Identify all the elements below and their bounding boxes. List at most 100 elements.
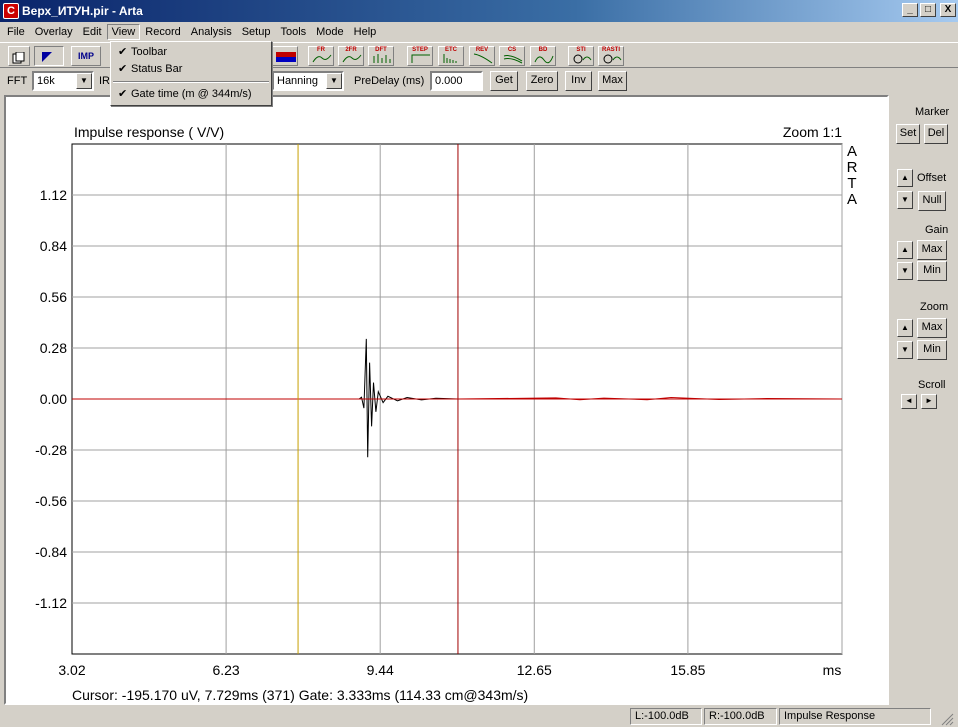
chart-title: Impulse response ( V/V) (74, 124, 224, 140)
minimize-button[interactable]: _ (902, 3, 918, 17)
maximize-button[interactable]: □ (920, 3, 936, 17)
menu-item-gate-time[interactable]: ✔ Gate time (m @ 344m/s) (113, 86, 269, 103)
arta-watermark-letter: T (847, 175, 856, 192)
y-tick-label: -0.84 (35, 544, 67, 560)
menu-item-toolbar[interactable]: ✔ Toolbar (113, 44, 269, 61)
zoom-indicator: Zoom 1:1 (783, 124, 842, 140)
zoom-min-button[interactable]: Min (917, 340, 947, 360)
marker-set-button[interactable]: Set (896, 124, 920, 144)
arta-watermark-letter: A (847, 143, 857, 160)
y-tick-label: -0.28 (35, 442, 67, 458)
y-tick-label: 0.84 (40, 238, 67, 254)
marker-label: Marker (915, 106, 950, 118)
scroll-left-icon[interactable]: ◄ (901, 394, 917, 409)
x-axis-label: ms (823, 662, 842, 678)
checkmark-icon: ✔ (118, 46, 128, 58)
rasti-icon[interactable]: RASTI (598, 46, 624, 66)
x-tick-label: 15.85 (670, 662, 705, 678)
side-panel: Marker Set Del ▲ Offset ▼ Null Gain ▲ Ma… (890, 95, 958, 705)
status-mode: Impulse Response (779, 708, 931, 725)
pointer-tool-icon[interactable] (34, 46, 64, 66)
marker-del-button[interactable]: Del (924, 124, 948, 144)
offset-up-icon[interactable]: ▲ (897, 169, 913, 187)
invert-button[interactable]: Inv (565, 71, 592, 91)
menu-separator (113, 81, 269, 83)
menu-analysis[interactable]: Analysis (186, 24, 237, 40)
max-button[interactable]: Max (598, 71, 627, 91)
arta-watermark-letter: A (847, 191, 857, 208)
gain-label: Gain (925, 224, 949, 236)
y-tick-label: 0.28 (40, 340, 67, 356)
menu-overlay[interactable]: Overlay (30, 24, 78, 40)
menu-record[interactable]: Record (140, 24, 185, 40)
scroll-label: Scroll (918, 379, 946, 391)
menu-edit[interactable]: Edit (78, 24, 107, 40)
menu-item-gate-time-label: Gate time (m @ 344m/s) (131, 88, 252, 100)
bd-icon[interactable]: BD (530, 46, 556, 66)
impulse-response-plot[interactable]: 3.02 6.23 9.44 12.65 15.85 ms 1.12 0.84 0.56 0.28… (4, 95, 889, 705)
cs-icon[interactable]: CS (499, 46, 525, 66)
menu-bar: File Overlay Edit View Record Analysis S… (0, 22, 958, 41)
menu-help[interactable]: Help (349, 24, 382, 40)
y-tick-label: 0.00 (40, 391, 67, 407)
zoom-down-icon[interactable]: ▼ (897, 341, 913, 359)
menu-item-status-bar[interactable]: ✔ Status Bar (113, 61, 269, 78)
y-tick-label: 1.12 (40, 187, 67, 203)
window-controls: _ □ X (902, 3, 956, 17)
menu-setup[interactable]: Setup (237, 24, 276, 40)
imp-mode-button[interactable]: IMP (71, 46, 101, 66)
zero-button[interactable]: Zero (526, 71, 558, 91)
scroll-right-icon[interactable]: ► (921, 394, 937, 409)
close-button[interactable]: X (940, 3, 956, 17)
view-menu-dropdown: ✔ Toolbar ✔ Status Bar ✔ Gate time (m @ … (110, 41, 272, 106)
chevron-down-icon[interactable]: ▼ (326, 73, 342, 89)
window-type-select[interactable]: Hanning ▼ (272, 71, 344, 91)
menu-file[interactable]: File (2, 24, 30, 40)
predelay-input[interactable]: 0.000 (430, 71, 483, 91)
resize-grip-icon[interactable] (940, 712, 954, 726)
predelay-label: PreDelay (ms) (354, 75, 425, 87)
x-tick-label: 3.02 (58, 662, 85, 678)
dft-icon[interactable]: DFT (368, 46, 394, 66)
zoom-up-icon[interactable]: ▲ (897, 319, 913, 337)
app-icon[interactable]: C (3, 3, 19, 19)
gain-max-button[interactable]: Max (917, 240, 947, 260)
ir-label: IR (99, 75, 110, 87)
menu-tools[interactable]: Tools (275, 24, 311, 40)
sti-icon[interactable]: STI (568, 46, 594, 66)
menu-view[interactable]: View (106, 23, 141, 40)
get-button[interactable]: Get (490, 71, 518, 91)
color-bar-icon[interactable] (272, 46, 298, 66)
gain-min-button[interactable]: Min (917, 261, 947, 281)
fft-size-select[interactable]: 16k ▼ (32, 71, 94, 91)
offset-null-button[interactable]: Null (918, 191, 946, 211)
offset-down-icon[interactable]: ▼ (897, 191, 913, 209)
zoom-max-button[interactable]: Max (917, 318, 947, 338)
fr2-icon[interactable]: 2FR (338, 46, 364, 66)
status-bar: L:-100.0dB R:-100.0dB Impulse Response (0, 706, 958, 727)
menu-item-status-bar-label: Status Bar (131, 63, 183, 75)
cursor-readout: Cursor: -195.170 uV, 7.729ms (371) Gate:… (72, 687, 528, 703)
menu-mode[interactable]: Mode (311, 24, 349, 40)
etc-icon[interactable]: ETC (438, 46, 464, 66)
fft-size-value: 16k (37, 75, 55, 87)
new-file-icon[interactable] (8, 46, 30, 66)
gain-up-icon[interactable]: ▲ (897, 241, 913, 259)
imp-mode-label: IMP (77, 51, 94, 61)
chart-svg[interactable]: 3.02 6.23 9.44 12.65 15.85 ms 1.12 0.84 0.56 0.28… (6, 97, 887, 703)
y-tick-label: -0.56 (35, 493, 67, 509)
step-icon[interactable]: STEP (407, 46, 433, 66)
checkmark-icon: ✔ (118, 88, 128, 100)
gain-down-icon[interactable]: ▼ (897, 262, 913, 280)
fr-icon[interactable]: FR (308, 46, 334, 66)
arta-watermark-letter: R (847, 159, 858, 176)
y-tick-label: -1.12 (35, 595, 67, 611)
rev-icon[interactable]: REV (469, 46, 495, 66)
menu-item-toolbar-label: Toolbar (131, 46, 168, 58)
zoom-label: Zoom (920, 301, 949, 313)
title-bar: C Верх_ИТУН.pir - Arta _ □ X (0, 0, 958, 22)
x-tick-label: 9.44 (367, 662, 394, 678)
y-tick-label: 0.56 (40, 289, 67, 305)
x-tick-label: 12.65 (517, 662, 552, 678)
chevron-down-icon[interactable]: ▼ (76, 73, 92, 89)
